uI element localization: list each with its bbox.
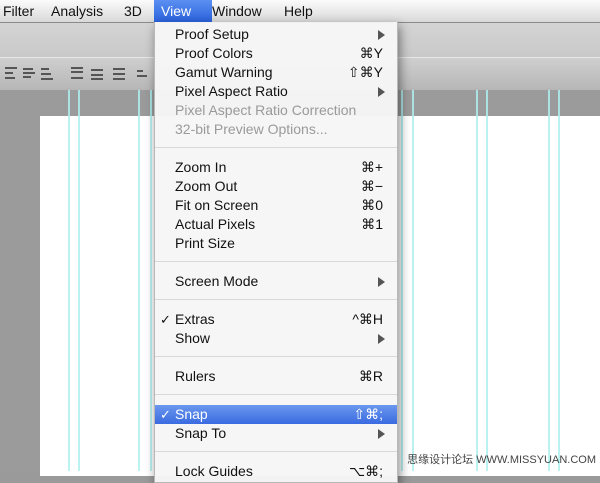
menu-item-snap[interactable]: ✓ Snap ⇧⌘;: [155, 405, 397, 424]
checkmark-icon: ✓: [160, 312, 171, 327]
guide-line[interactable]: [558, 90, 560, 471]
align-bottom-icon[interactable]: [40, 65, 54, 81]
menu-item-pixel-aspect-ratio-correction: Pixel Aspect Ratio Correction: [155, 101, 397, 120]
menu-item-actual-pixels[interactable]: Actual Pixels ⌘1: [155, 215, 397, 234]
menu-item-extras[interactable]: ✓ Extras ^⌘H: [155, 310, 397, 329]
menu-item-gamut-warning[interactable]: Gamut Warning ⇧⌘Y: [155, 63, 397, 82]
guide-line[interactable]: [78, 90, 80, 471]
menu-item-shortcut: ^⌘H: [352, 311, 383, 327]
menu-item-32bit-preview-options: 32-bit Preview Options...: [155, 120, 397, 139]
guide-line[interactable]: [548, 90, 550, 471]
menu-item-label: Zoom In: [175, 159, 227, 175]
guide-line[interactable]: [138, 90, 140, 471]
menu-item-proof-colors[interactable]: Proof Colors ⌘Y: [155, 44, 397, 63]
menu-item-label: Zoom Out: [175, 178, 238, 194]
menu-item-zoom-out[interactable]: Zoom Out ⌘−: [155, 177, 397, 196]
menu-item-snap-to[interactable]: Snap To: [155, 424, 397, 443]
menu-separator: [155, 356, 397, 357]
guide-line[interactable]: [150, 90, 152, 471]
menu-item-label: Pixel Aspect Ratio: [175, 83, 288, 99]
menu-item-rulers[interactable]: Rulers ⌘R: [155, 367, 397, 386]
submenu-arrow-icon: [378, 429, 385, 439]
menu-help[interactable]: Help: [277, 0, 320, 22]
menu-item-shortcut: ⌘Y: [359, 45, 383, 61]
menu-item-pixel-aspect-ratio[interactable]: Pixel Aspect Ratio: [155, 82, 397, 101]
menu-view[interactable]: View: [154, 0, 212, 22]
menu-separator: [155, 451, 397, 452]
guide-line[interactable]: [412, 90, 414, 471]
menu-window[interactable]: Window: [205, 0, 269, 22]
menu-item-label: Pixel Aspect Ratio Correction: [175, 102, 357, 118]
menu-item-shortcut: ⌘1: [361, 216, 383, 232]
align-vertical-center-icon[interactable]: [22, 65, 36, 81]
watermark-text: 思缘设计论坛 WWW.MISSYUAN.COM: [407, 454, 596, 466]
menu-item-lock-guides[interactable]: Lock Guides ⌥⌘;: [155, 462, 397, 481]
menu-item-zoom-in[interactable]: Zoom In ⌘+: [155, 158, 397, 177]
menu-item-screen-mode[interactable]: Screen Mode: [155, 272, 397, 291]
menu-item-label: Rulers: [175, 368, 216, 384]
menu-item-label: Screen Mode: [175, 273, 259, 289]
menu-3d[interactable]: 3D: [117, 0, 149, 22]
menu-item-shortcut: ⇧⌘;: [353, 406, 383, 422]
menu-analysis[interactable]: Analysis: [44, 0, 110, 22]
distribute-top-icon[interactable]: [70, 65, 84, 81]
guide-line[interactable]: [486, 90, 488, 471]
menu-item-label: Extras: [175, 311, 215, 327]
menu-item-fit-on-screen[interactable]: Fit on Screen ⌘0: [155, 196, 397, 215]
menu-separator: [155, 261, 397, 262]
guide-line[interactable]: [401, 90, 403, 471]
view-dropdown-menu: Proof Setup Proof Colors ⌘Y Gamut Warnin…: [154, 22, 398, 483]
menu-item-label: Proof Colors: [175, 45, 253, 61]
align-top-icon[interactable]: [4, 65, 18, 81]
menu-item-label: Proof Setup: [175, 26, 249, 42]
guide-line[interactable]: [68, 90, 70, 471]
menu-separator: [155, 299, 397, 300]
distribute-left-icon[interactable]: [136, 65, 150, 81]
distribute-bottom-icon[interactable]: [112, 65, 126, 81]
guide-line[interactable]: [476, 90, 478, 471]
checkmark-icon: ✓: [160, 407, 171, 422]
menu-item-print-size[interactable]: Print Size: [155, 234, 397, 253]
menu-item-shortcut: ⌘+: [360, 159, 383, 175]
menu-item-shortcut: ⌘−: [360, 178, 383, 194]
menu-item-label: Snap: [175, 406, 208, 422]
menu-item-label: Snap To: [175, 425, 227, 441]
distribute-center-icon[interactable]: [90, 65, 104, 81]
menu-item-shortcut: ⌘R: [358, 368, 383, 384]
menu-bar: Filter Analysis 3D View Window Help: [0, 0, 600, 23]
menu-item-shortcut: ⇧⌘Y: [347, 64, 383, 80]
menu-item-label: Print Size: [175, 235, 235, 251]
submenu-arrow-icon: [378, 30, 385, 40]
menu-item-label: Show: [175, 330, 211, 346]
menu-separator: [155, 147, 397, 148]
submenu-arrow-icon: [378, 334, 385, 344]
menu-item-label: Lock Guides: [175, 463, 253, 479]
submenu-arrow-icon: [378, 277, 385, 287]
menu-item-label: 32-bit Preview Options...: [175, 121, 328, 137]
submenu-arrow-icon: [378, 87, 385, 97]
menu-separator: [155, 394, 397, 395]
menu-item-label: Gamut Warning: [175, 64, 273, 80]
menu-item-label: Actual Pixels: [175, 216, 256, 232]
menu-filter[interactable]: Filter: [0, 0, 41, 22]
menu-item-label: Fit on Screen: [175, 197, 259, 213]
menu-item-shortcut: ⌘0: [361, 197, 383, 213]
menu-item-proof-setup[interactable]: Proof Setup: [155, 25, 397, 44]
menu-item-shortcut: ⌥⌘;: [348, 463, 383, 479]
menu-item-show[interactable]: Show: [155, 329, 397, 348]
